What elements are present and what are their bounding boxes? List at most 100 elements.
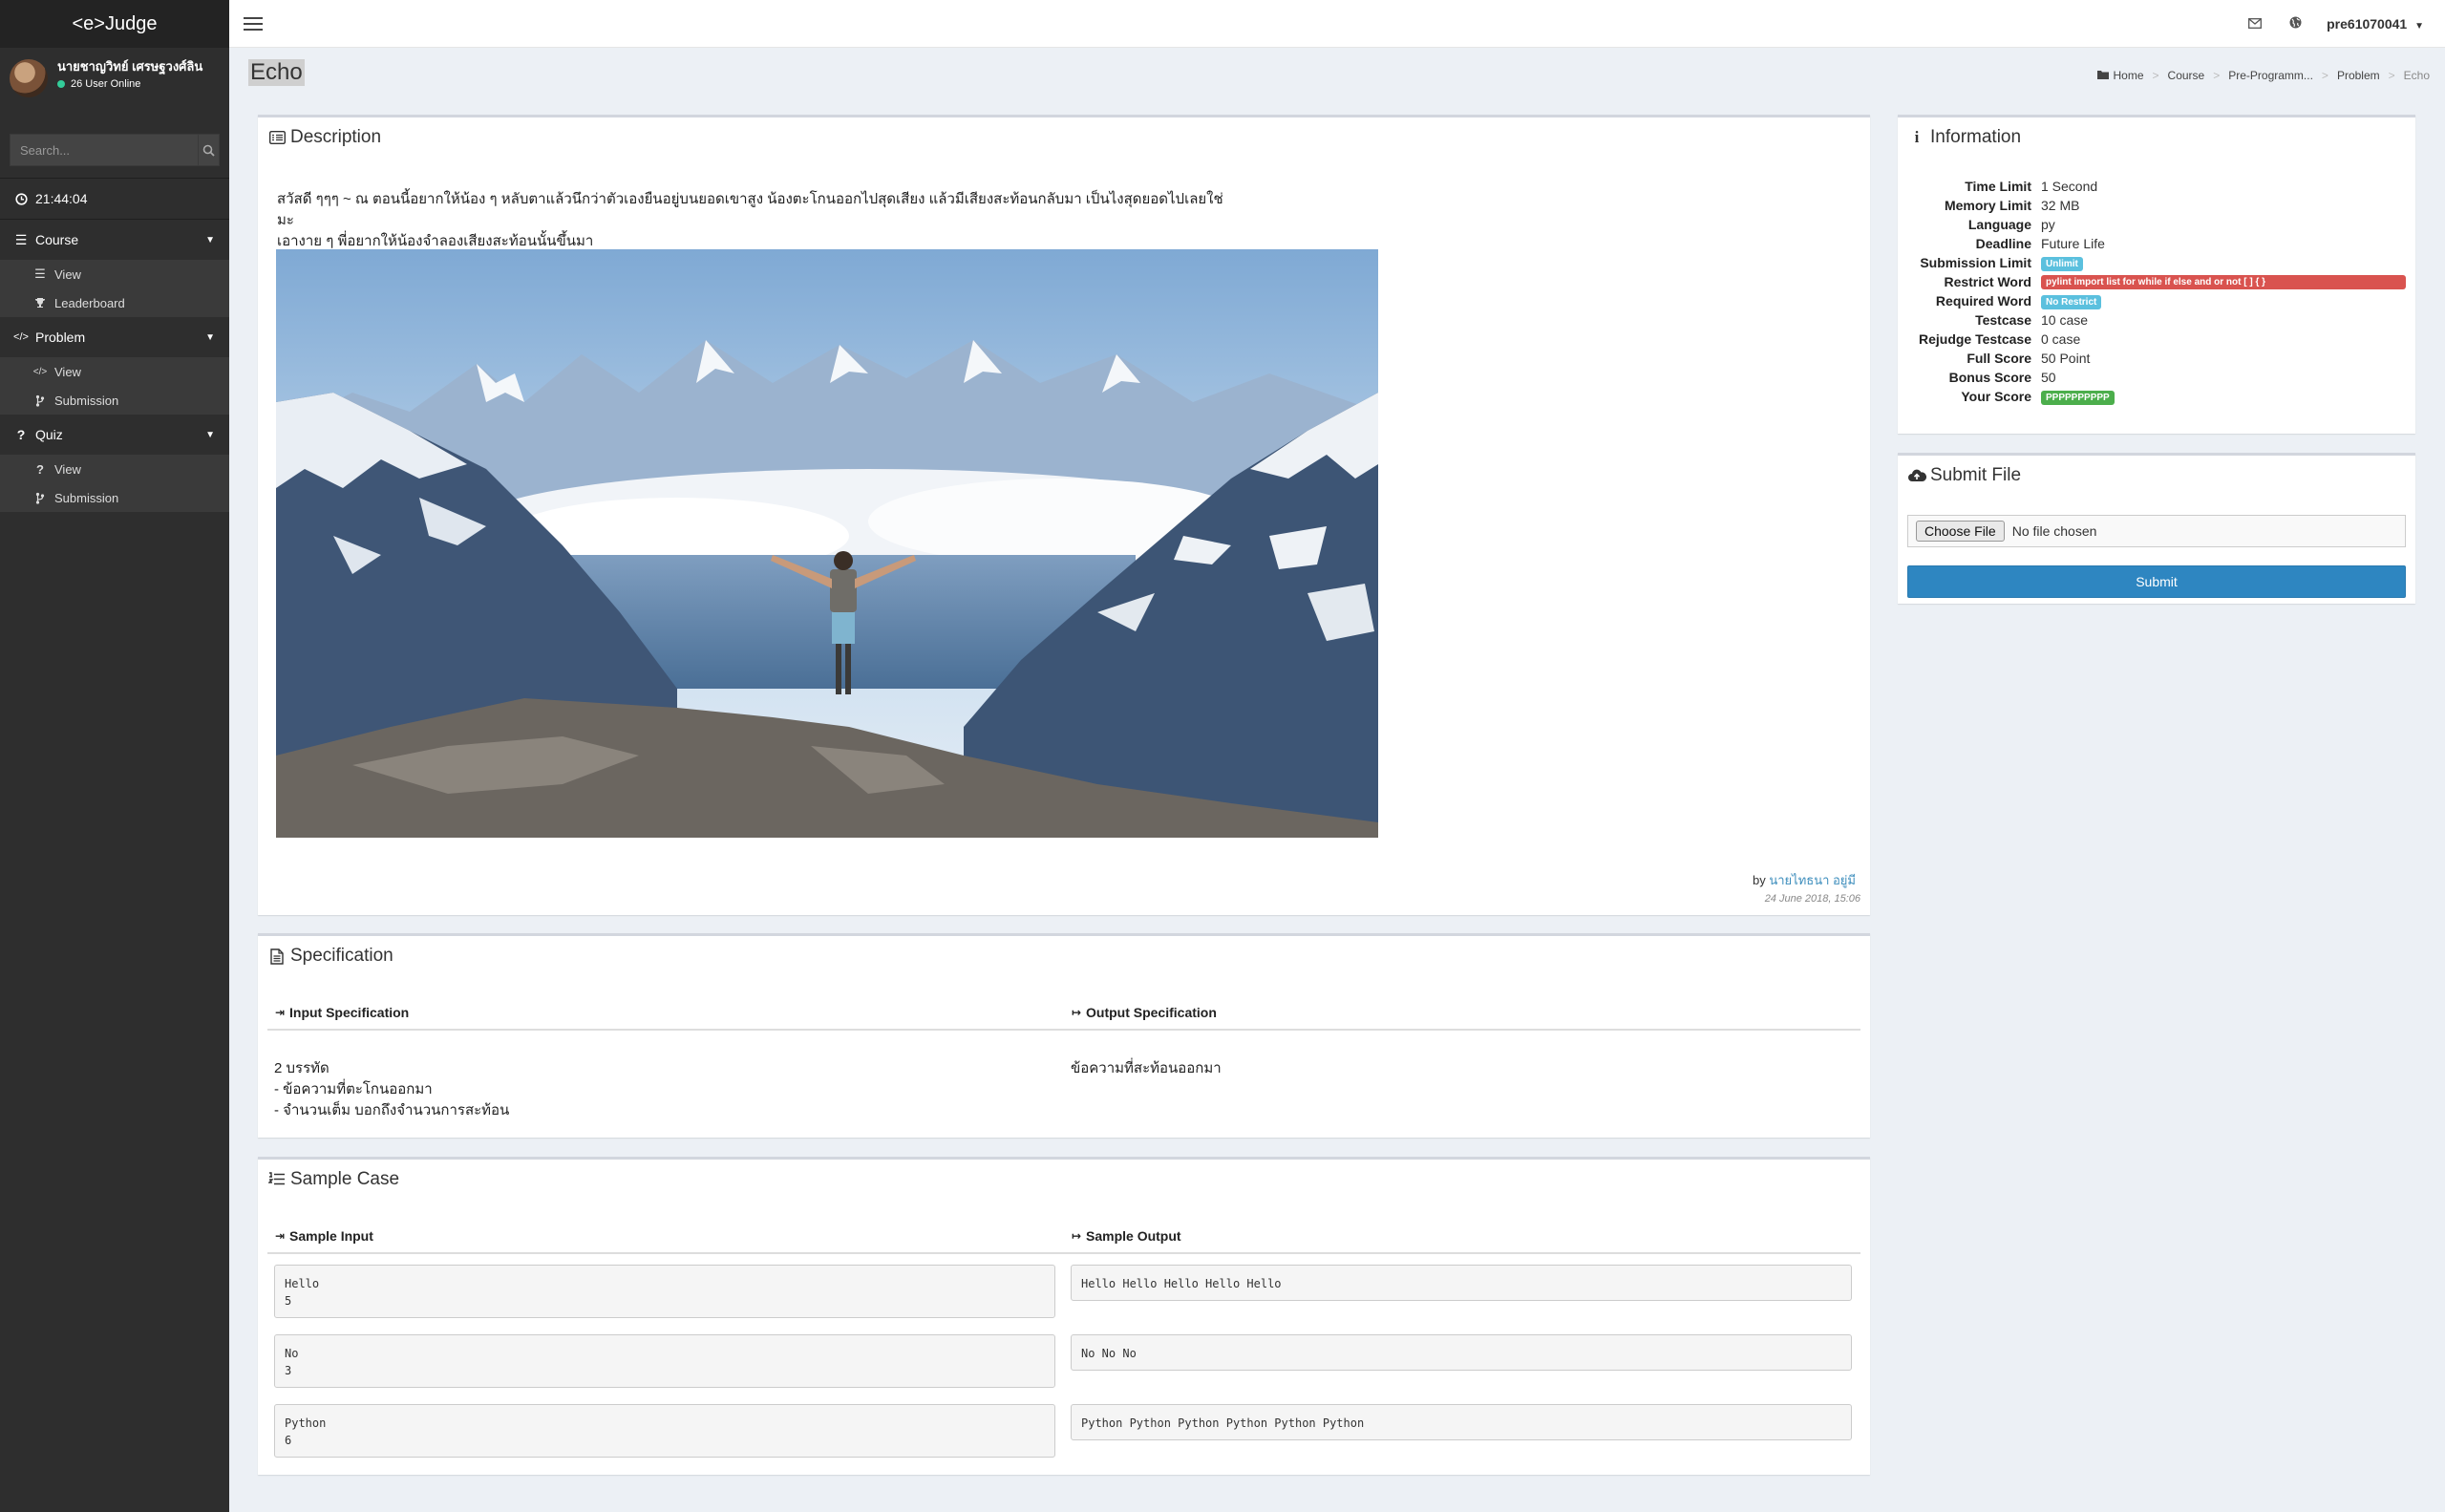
language-button[interactable] bbox=[2275, 16, 2315, 32]
chevron-down-icon: ▼ bbox=[205, 429, 215, 440]
sidebar-item-label: View bbox=[54, 266, 81, 282]
info-label: Rejudge Testcase bbox=[1918, 331, 2031, 347]
info-label: Deadline bbox=[1975, 236, 2031, 251]
sign-out-icon: ↦ bbox=[1071, 1229, 1082, 1243]
score-badge: PPPPPPPPPP bbox=[2041, 391, 2115, 405]
list-icon: ☰ bbox=[14, 231, 28, 247]
info-label: Bonus Score bbox=[1948, 370, 2031, 385]
clock-icon bbox=[14, 192, 28, 205]
sample-output-block: Python Python Python Python Python Pytho… bbox=[1071, 1404, 1852, 1440]
search-input[interactable] bbox=[11, 135, 198, 165]
sample-input-block: Hello 5 bbox=[274, 1265, 1055, 1318]
clock-time: 21:44:04 bbox=[35, 191, 88, 206]
sample-input-label: Sample Input bbox=[289, 1228, 373, 1244]
list-icon: ☰ bbox=[34, 266, 46, 281]
online-count: 26 User Online bbox=[71, 78, 141, 90]
sidebar-group-quiz[interactable]: ? Quiz ▼ bbox=[0, 415, 229, 455]
submit-file-box: Submit File Choose File No file chosen S… bbox=[1898, 453, 2415, 604]
specification-title: Specification bbox=[290, 946, 393, 966]
sidebar-item-quiz-view[interactable]: ? View bbox=[0, 455, 229, 483]
sample-output-label: Sample Output bbox=[1086, 1228, 1181, 1244]
sidebar-item-label: Leaderboard bbox=[54, 295, 125, 310]
avatar bbox=[10, 59, 48, 97]
status-badge: No Restrict bbox=[2041, 295, 2102, 309]
cloud-upload-icon bbox=[1907, 469, 1926, 482]
list-ol-icon bbox=[267, 1172, 287, 1187]
info-row-rejudge-testcase: Rejudge Testcase 0 case bbox=[1898, 330, 2415, 349]
sidebar-item-leaderboard[interactable]: Leaderboard bbox=[0, 288, 229, 317]
info-label: Full Score bbox=[1967, 351, 2031, 366]
sidebar-item-problem-submission[interactable]: Submission bbox=[0, 386, 229, 415]
info-value: Future Life bbox=[2041, 236, 2105, 251]
input-spec-line: 2 บรรทัด bbox=[274, 1060, 330, 1076]
trophy-icon bbox=[33, 297, 47, 309]
description-box: Description สวัสดี ๆๆๆ ~ ณ ตอนนี้อยากให้… bbox=[258, 115, 1870, 915]
breadcrumb-course-name[interactable]: Pre-Programm... bbox=[2228, 69, 2313, 82]
info-label: Submission Limit bbox=[1920, 255, 2031, 270]
info-row-your-score: Your Score PPPPPPPPPP bbox=[1898, 387, 2415, 406]
brand-logo[interactable]: <e>Judge bbox=[0, 0, 229, 48]
info-row-memory-limit: Memory Limit 32 MB bbox=[1898, 196, 2415, 215]
info-label: Restrict Word bbox=[1944, 274, 2031, 289]
sidebar-item-quiz-submission[interactable]: Submission bbox=[0, 483, 229, 512]
question-icon: ? bbox=[16, 427, 26, 442]
sidebar-item-label: View bbox=[54, 364, 81, 379]
sign-in-icon: ⇥ bbox=[274, 1006, 286, 1019]
output-spec-label: Output Specification bbox=[1086, 1005, 1217, 1020]
user-name: นายชาญวิทย์ เศรษฐวงศ์ลิน bbox=[57, 59, 203, 74]
sample-output-block: Hello Hello Hello Hello Hello bbox=[1071, 1265, 1852, 1301]
mountain-photo bbox=[276, 249, 1378, 838]
author-by: by bbox=[1753, 873, 1766, 887]
file-input[interactable]: Choose File No file chosen bbox=[1907, 515, 2406, 547]
info-value: 50 bbox=[2041, 370, 2056, 385]
sidebar-toggle-button[interactable] bbox=[229, 0, 277, 48]
information-title: Information bbox=[1930, 127, 2022, 147]
sidebar-item-label: Submission bbox=[54, 393, 119, 408]
info-row-time-limit: Time Limit 1 Second bbox=[1898, 177, 2415, 196]
sample-input-block: Python 6 bbox=[274, 1404, 1055, 1458]
messages-button[interactable] bbox=[2235, 16, 2275, 32]
input-spec-text: 2 บรรทัด - ข้อความที่ตะโกนออกมา - จำนวนเ… bbox=[274, 1058, 509, 1121]
info-value: 0 case bbox=[2041, 331, 2081, 347]
sign-out-icon: ↦ bbox=[1071, 1006, 1082, 1019]
input-spec-line: - ข้อความที่ตะโกนออกมา bbox=[274, 1081, 433, 1097]
input-spec-label: Input Specification bbox=[289, 1005, 410, 1020]
online-dot-icon bbox=[57, 80, 65, 88]
menu-icon bbox=[244, 22, 263, 25]
info-value: py bbox=[2041, 217, 2055, 232]
breadcrumb-problem[interactable]: Problem bbox=[2337, 69, 2380, 82]
breadcrumb-home[interactable]: Home bbox=[2114, 69, 2144, 82]
caret-down-icon: ▼ bbox=[2414, 20, 2424, 32]
status-badge: pylint import list for while if else and… bbox=[2041, 274, 2406, 289]
sidebar-group-problem[interactable]: </> Problem ▼ bbox=[0, 317, 229, 357]
sample-input-block: No 3 bbox=[274, 1334, 1055, 1388]
sidebar-item-course-view[interactable]: ☰ View bbox=[0, 260, 229, 288]
info-value: 50 Point bbox=[2041, 351, 2091, 366]
info-row-required-word: Required Word No Restrict bbox=[1898, 291, 2415, 310]
breadcrumb: Home > Course > Pre-Programm... > Proble… bbox=[2096, 69, 2430, 82]
description-text: สวัสดี ๆๆๆ ~ ณ ตอนนี้อยากให้น้อง ๆ หลับต… bbox=[277, 189, 1232, 252]
sidebar-item-problem-view[interactable]: </> View bbox=[0, 357, 229, 386]
sidebar-group-course[interactable]: ☰ Course ▼ bbox=[0, 220, 229, 260]
breadcrumb-course[interactable]: Course bbox=[2168, 69, 2205, 82]
submit-button[interactable]: Submit bbox=[1907, 565, 2406, 598]
code-icon: </> bbox=[13, 331, 29, 343]
author-link[interactable]: นายไทธนา อยู่มี bbox=[1769, 873, 1856, 887]
sample-input-heading: ⇥ Sample Input bbox=[274, 1228, 373, 1244]
choose-file-button[interactable]: Choose File bbox=[1916, 521, 2005, 542]
globe-icon bbox=[2289, 16, 2302, 28]
info-label: Language bbox=[1967, 217, 2031, 232]
user-menu[interactable]: pre61070041 ▼ bbox=[2327, 16, 2424, 32]
question-icon: ? bbox=[36, 461, 44, 477]
sidebar-group-label: Quiz bbox=[35, 427, 63, 442]
folder-icon bbox=[2096, 69, 2109, 82]
info-label: Testcase bbox=[1975, 312, 2031, 328]
info-row-testcase: Testcase 10 case bbox=[1898, 310, 2415, 330]
output-spec-text: ข้อความที่สะท้อนออกมา bbox=[1071, 1060, 1222, 1076]
branch-icon bbox=[33, 492, 47, 504]
file-status: No file chosen bbox=[2011, 523, 2097, 539]
info-row-deadline: Deadline Future Life bbox=[1898, 234, 2415, 253]
search-button[interactable] bbox=[198, 135, 219, 165]
sidebar-search bbox=[10, 134, 220, 166]
list-alt-icon bbox=[267, 131, 287, 144]
